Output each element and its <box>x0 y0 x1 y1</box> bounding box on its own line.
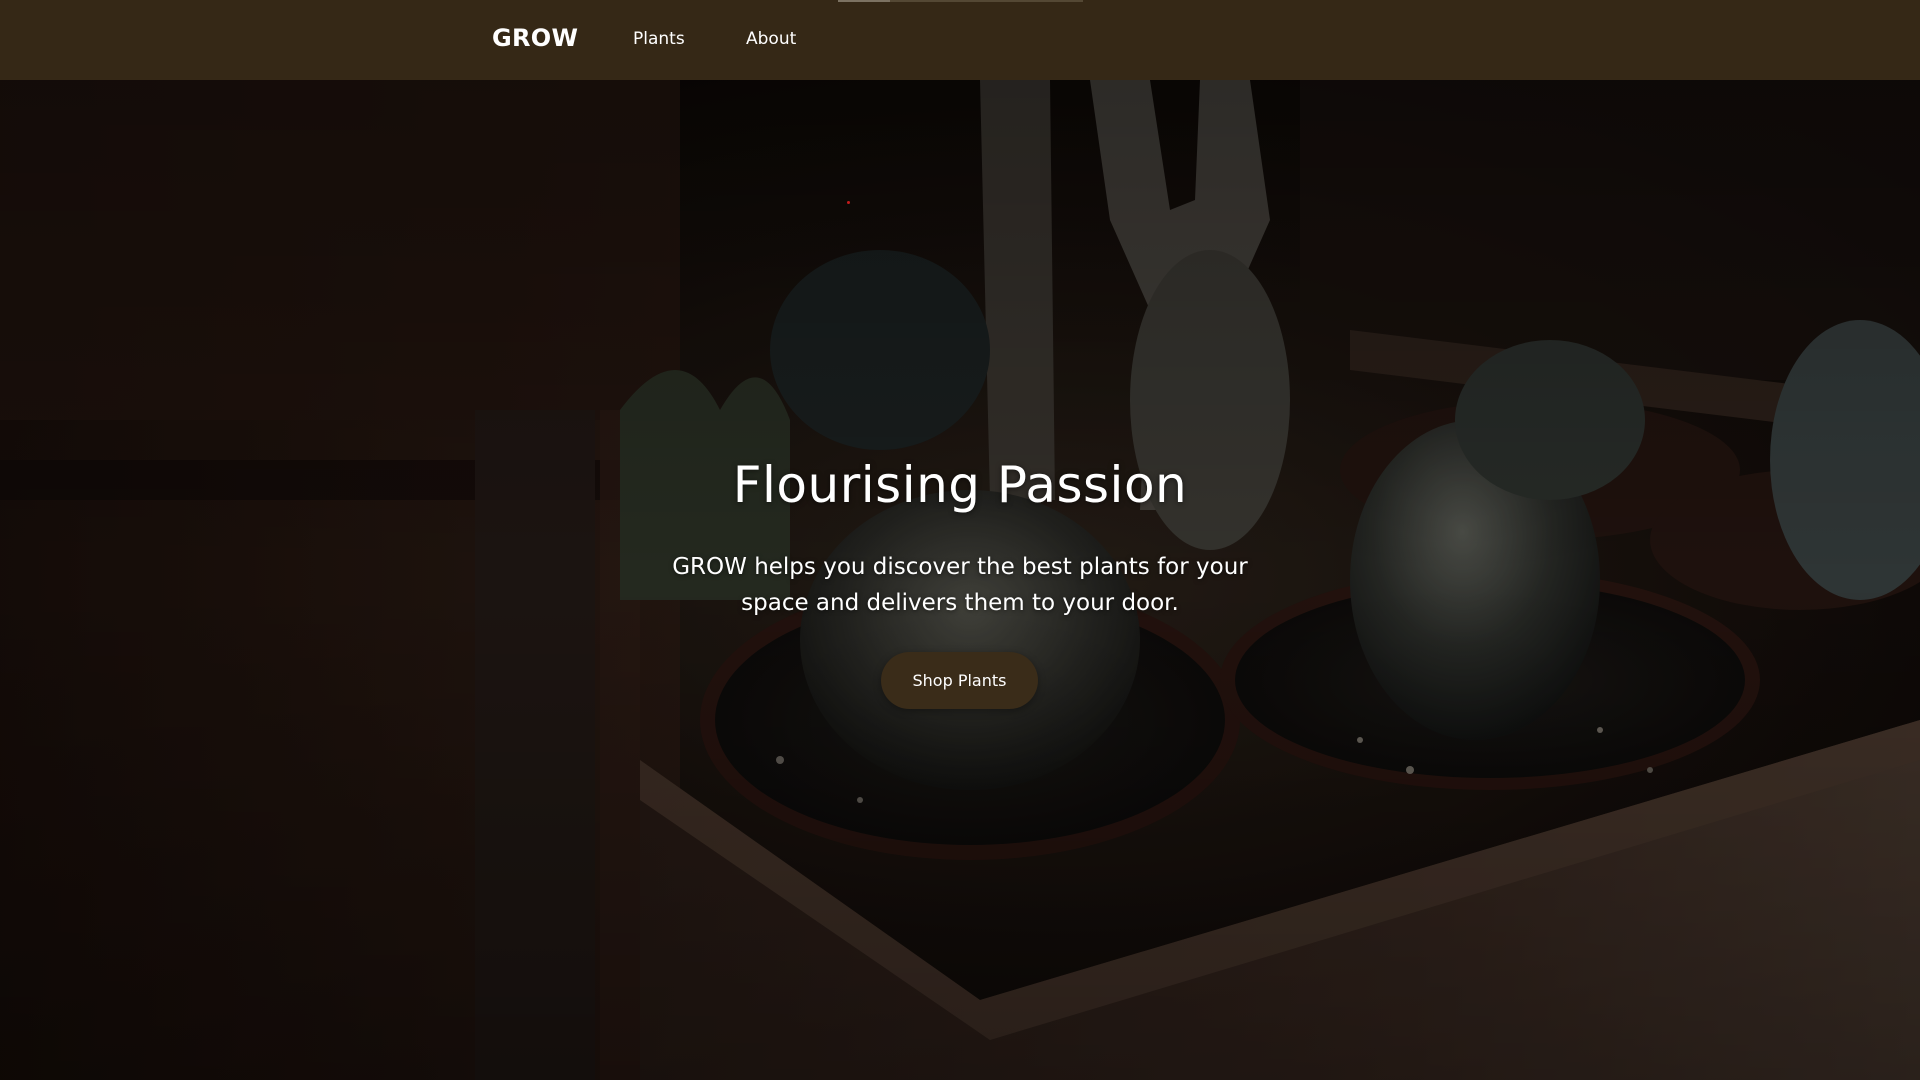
nav-link-plants[interactable]: Plants <box>633 29 685 49</box>
brand-logo[interactable]: GROW <box>492 24 578 52</box>
hero-title: Flourising Passion <box>732 456 1188 514</box>
navbar: GROW Plants About <box>0 0 1920 80</box>
nav-top-accent-segment <box>838 0 890 2</box>
page: GROW Plants About Flourising Passion GRO… <box>0 0 1920 1080</box>
hero-content: Flourising Passion GROW helps you discov… <box>0 80 1920 1080</box>
shop-plants-button[interactable]: Shop Plants <box>881 652 1038 709</box>
hero-section: Flourising Passion GROW helps you discov… <box>0 80 1920 1080</box>
nav-link-about[interactable]: About <box>746 29 796 49</box>
hero-subtitle: GROW helps you discover the best plants … <box>672 554 1248 616</box>
